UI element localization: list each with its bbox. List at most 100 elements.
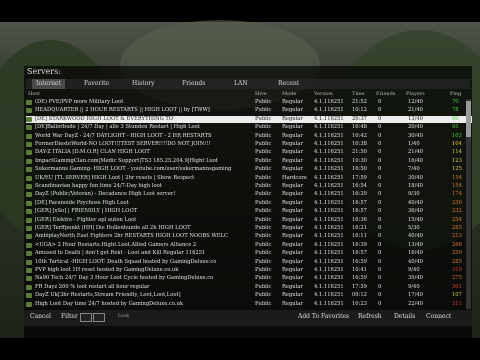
column-host[interactable]: Host	[28, 91, 40, 97]
table-row[interactable]: Amused to Death | don't get Rekt - Loot …	[26, 250, 472, 257]
server-time: 16:57	[352, 199, 367, 206]
server-players: 30/40	[408, 174, 423, 181]
filter-button[interactable]: Filter	[61, 313, 78, 320]
column-players[interactable]: Players	[406, 91, 425, 97]
server-hive: Public	[255, 141, 272, 147]
column-version[interactable]: Version	[314, 91, 333, 97]
server-mode: Regular	[282, 250, 303, 257]
tab-friends[interactable]: Friends	[182, 79, 205, 89]
server-players: 7/40	[408, 166, 420, 173]
server-mode: Regular	[282, 233, 303, 240]
tab-recent[interactable]: Recent	[278, 79, 299, 89]
server-friends: 0	[378, 141, 382, 147]
server-version: 4.1.116251	[314, 241, 344, 248]
server-time: 16:29	[352, 191, 367, 198]
server-version: 4.1.116251	[314, 174, 344, 181]
table-row[interactable]: Sukermanns Gaming- HIGH LOOT - youtube.c…	[26, 166, 472, 173]
server-version: 4.1.116251	[314, 183, 344, 189]
table-row[interactable]: [GER] Terffpunkt |HH| Die Hollenhunde al…	[26, 225, 472, 232]
server-status-icon	[26, 242, 32, 248]
server-mode: Hardcore	[282, 174, 307, 181]
table-row[interactable]: DayZ Uk[3hr Restarts,Stream Friendly, Lo…	[26, 292, 472, 299]
table-row[interactable]: <UGA> 2 Hour Restarts.Hight.Loot.Allied …	[26, 242, 472, 249]
server-version: 4.1.116251	[314, 107, 344, 114]
table-row[interactable]: Na90 Tech 24/7 Day 3 Hour Loot Cycle hos…	[26, 275, 472, 282]
refresh-button[interactable]: Refresh	[358, 313, 382, 320]
table-row[interactable]: Scandinavian happy fun time 24/7-Day hig…	[26, 183, 472, 190]
server-hive: Public	[255, 183, 272, 189]
server-mode: Regular	[282, 300, 303, 307]
server-friends: 0	[378, 300, 382, 307]
table-row[interactable]: World War DayZ - 24/7 DAYLIGHT - HIGH LO…	[26, 133, 472, 140]
server-friends: 0	[378, 275, 382, 282]
server-version: 4.1.116251	[314, 166, 344, 173]
table-row[interactable]: [GER] [xSo] | FRIENDLY | HIGH LOOT Public…	[26, 208, 472, 215]
server-players: 16/40	[408, 157, 423, 164]
filter-checkbox-2[interactable]	[93, 313, 105, 322]
column-friends[interactable]: Friends	[376, 91, 395, 97]
server-version: 4.1.116251	[314, 157, 344, 164]
tab-lan[interactable]: LAN	[234, 79, 248, 89]
server-players: 39/40	[408, 275, 423, 282]
tab-internet[interactable]: Internet	[32, 79, 65, 89]
server-hive: Public	[255, 225, 272, 231]
column-mode[interactable]: Mode	[282, 91, 296, 97]
server-mode: Regular	[282, 208, 303, 215]
table-row[interactable]: DAY-Z ITALIA [D.M.O.R] CLAN HIGH LOOT Pub…	[26, 149, 472, 156]
table-row[interactable]: ImpactGamingClan.com|Medic Support|TS3 1…	[26, 158, 472, 165]
server-hive: Public	[255, 267, 272, 273]
server-version: 4.1.116251	[314, 199, 344, 206]
add-to-favorites-button[interactable]: Add To Favorites	[298, 313, 349, 320]
table-row[interactable]: FormerDiesteWorld-NO LOOT!!!TEST SERVER!…	[26, 141, 472, 148]
scrollbar-thumb[interactable]	[466, 101, 471, 137]
server-hive: Public	[255, 149, 272, 156]
table-row[interactable]: [GER] Elektro - Fighter apl auton Loot Pu…	[26, 217, 472, 224]
table-row[interactable]: HEADQUARTER || 2 HOUR RESTARTS || HIGH L…	[26, 107, 472, 114]
tab-favorite[interactable]: Favorite	[84, 79, 109, 89]
filter-checkbox[interactable]	[80, 313, 92, 322]
server-status-icon	[26, 200, 32, 206]
table-row[interactable]: [DE] STARKWOOD HIGH LOOT & EVERYTHING TO…	[26, 115, 472, 123]
table-row[interactable]: FR Dayz 200 % loot restart all hour regu…	[26, 284, 472, 291]
server-status-icon	[26, 108, 32, 114]
table-row[interactable]: (DE) PVE/PVP more Military Loot Public Reg…	[26, 99, 472, 106]
server-time: 16:39	[352, 241, 367, 248]
server-players: 13/40	[408, 241, 423, 248]
column-hive[interactable]: Hive	[255, 91, 267, 97]
tab-history[interactable]: History	[132, 79, 155, 89]
server-time: 21:52	[352, 99, 367, 105]
server-hive: Public	[255, 258, 272, 265]
server-time: 16:54	[352, 183, 367, 189]
server-hive: Public	[255, 241, 272, 248]
server-list-scrollbar[interactable]	[466, 99, 471, 309]
server-friends: 0	[378, 258, 382, 265]
column-time[interactable]: Time	[352, 91, 365, 97]
server-name: [GER] Elektro - Fighter apl auton Loot	[35, 216, 137, 223]
server-version: 4.1.116251	[314, 141, 344, 147]
table-row[interactable]: High Loot Day time 24/7 hosted by Gaming…	[26, 301, 472, 308]
table-row[interactable]: DayZ (Public/Veteran) - Decadence High L…	[26, 191, 472, 198]
server-mode: Regular	[282, 283, 303, 290]
details-button[interactable]: Details	[394, 313, 415, 320]
server-players: 12/40	[408, 99, 423, 105]
server-mode: Regular	[282, 183, 303, 189]
table-row[interactable]: UK/EU [TL SERVER] HIGH Loot | 2hr resets…	[26, 175, 472, 182]
server-hive: Public	[255, 233, 272, 240]
cancel-button[interactable]: Cancel	[30, 313, 51, 320]
server-players: 9/40	[408, 283, 420, 290]
server-status-icon	[26, 116, 32, 122]
column-ping[interactable]: Ping	[450, 91, 461, 97]
server-time: 17:59	[352, 283, 367, 290]
server-time: 20:37	[352, 115, 367, 122]
server-name: <UGA> 2 Hour Restarts.Hight.Loot.Allied …	[35, 241, 197, 248]
server-mode: Regular	[282, 99, 303, 105]
table-row[interactable]: 10th Tartical -HIGH LOOT- Death Squad ho…	[26, 259, 472, 266]
table-row[interactable]: [DE] Paranoide Psychose High Loot Public R…	[26, 200, 472, 207]
server-name: UK/EU [TL SERVER] HIGH Loot | 2hr resets…	[35, 174, 195, 181]
connect-button[interactable]: Connect	[426, 313, 451, 320]
server-players: 40/40	[408, 199, 423, 206]
table-row[interactable]: [DE]Ballerbude | 24/7 Day | alle 3 Stund…	[26, 124, 472, 131]
table-row[interactable]: PVP high loot 1H reset hosted by GamingD…	[26, 267, 472, 274]
table-row[interactable]: AmbiplayNorth East Fighters 2hr RESTARTS…	[26, 233, 472, 240]
server-mode: Regular	[282, 141, 303, 147]
